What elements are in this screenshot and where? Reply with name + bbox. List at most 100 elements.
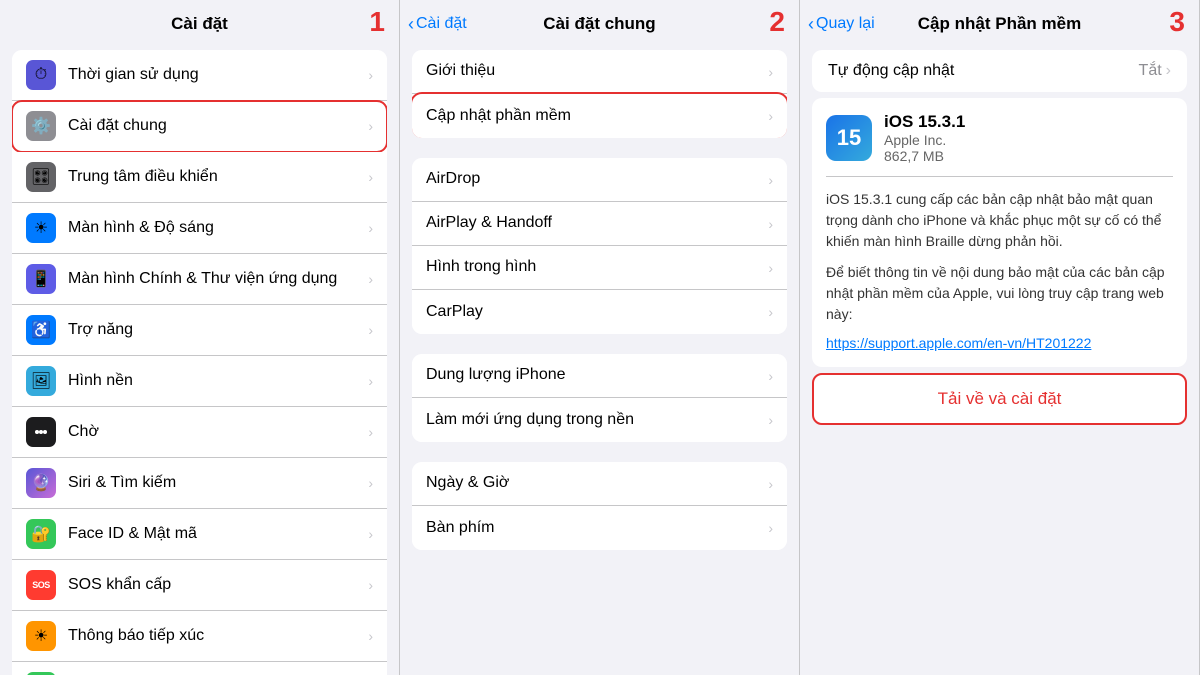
list-item-siri[interactable]: 🔮 Siri & Tìm kiếm › xyxy=(12,458,387,509)
siri-label: Siri & Tìm kiếm xyxy=(68,473,364,494)
list-item-display[interactable]: ☀ Màn hình & Độ sáng › xyxy=(12,203,387,254)
ios-version-name: iOS 15.3.1 xyxy=(884,112,1173,132)
list-item-sos[interactable]: SOS SOS khẩn cấp › xyxy=(12,560,387,611)
accessibility-icon: ♿ xyxy=(26,315,56,345)
airplay-label: AirPlay & Handoff xyxy=(426,213,764,234)
sos-label: SOS khẩn cấp xyxy=(68,575,364,596)
control-center-icon: 🎛 xyxy=(26,162,56,192)
list-item-software-update[interactable]: Cập nhật phần mềm › xyxy=(412,94,787,138)
ios-size: 862,7 MB xyxy=(884,148,1173,164)
list-item-cho[interactable]: Chờ › xyxy=(12,407,387,458)
panel1-scroll: ⏱ Thời gian sử dụng › ⚙️ Cài đặt chung ›… xyxy=(0,44,399,675)
list-item-general[interactable]: ⚙️ Cài đặt chung › xyxy=(12,101,387,152)
chevron-faceid: › xyxy=(368,526,373,542)
screen-time-label: Thời gian sử dụng xyxy=(68,65,364,86)
gap-2 xyxy=(400,340,799,348)
ios-logo: 15 xyxy=(826,115,872,161)
list-item-date-time[interactable]: Ngày & Giờ › xyxy=(412,462,787,506)
chevron-about: › xyxy=(768,64,773,80)
auto-update-label: Tự động cập nhật xyxy=(828,62,954,80)
date-time-label: Ngày & Giờ xyxy=(426,473,764,494)
list-item-airplay[interactable]: AirPlay & Handoff › xyxy=(412,202,787,246)
panel3-header: ‹ Quay lại Cập nhật Phần mềm 3 xyxy=(800,0,1199,44)
list-item-storage[interactable]: Dung lượng iPhone › xyxy=(412,354,787,398)
panel-2: ‹ Cài đặt Cài đặt chung 2 Giới thiệu › C… xyxy=(400,0,800,675)
chevron-keyboard: › xyxy=(768,520,773,536)
chevron-accessibility: › xyxy=(368,322,373,338)
chevron-auto-update: › xyxy=(1166,62,1171,80)
panel3-back[interactable]: ‹ Quay lại xyxy=(808,14,875,35)
chevron-sos: › xyxy=(368,577,373,593)
download-button[interactable]: Tải về và cài đặt xyxy=(814,375,1185,423)
notifications-label: Thông báo tiếp xúc xyxy=(68,626,364,647)
panel3-back-label: Quay lại xyxy=(816,15,875,33)
display-label: Màn hình & Độ sáng xyxy=(68,218,364,239)
panel1-title: Cài đặt xyxy=(171,14,228,34)
panel2-header: ‹ Cài đặt Cài đặt chung 2 xyxy=(400,0,799,44)
chevron-software-update: › xyxy=(768,108,773,124)
carplay-label: CarPlay xyxy=(426,302,764,323)
chevron-siri: › xyxy=(368,475,373,491)
chevron-airplay: › xyxy=(768,216,773,232)
siri-icon: 🔮 xyxy=(26,468,56,498)
list-item-carplay[interactable]: CarPlay › xyxy=(412,290,787,334)
list-item-airdrop[interactable]: AirDrop › xyxy=(412,158,787,202)
chevron-date-time: › xyxy=(768,476,773,492)
chevron-wallpaper: › xyxy=(368,373,373,389)
p2-group2: AirDrop › AirPlay & Handoff › Hình trong… xyxy=(412,158,787,334)
step-badge-3: 3 xyxy=(1169,6,1185,38)
chevron-screen-time: › xyxy=(368,67,373,83)
list-item-background-app[interactable]: Làm mới ứng dụng trong nền › xyxy=(412,398,787,442)
list-item-faceid[interactable]: 🔐 Face ID & Mật mã › xyxy=(12,509,387,560)
keyboard-label: Bàn phím xyxy=(426,518,764,539)
chevron-pip: › xyxy=(768,260,773,276)
chevron-airdrop: › xyxy=(768,172,773,188)
software-update-label: Cập nhật phần mềm xyxy=(426,106,764,127)
panel1-list: ⏱ Thời gian sử dụng › ⚙️ Cài đặt chung ›… xyxy=(12,50,387,675)
chevron-general: › xyxy=(368,118,373,134)
gap-3 xyxy=(400,448,799,456)
homescreen-label: Màn hình Chính & Thư viện ứng dụng xyxy=(68,269,364,290)
list-item-battery[interactable]: 🔋 Pin › xyxy=(12,662,387,675)
chevron-carplay: › xyxy=(768,304,773,320)
sos-icon: SOS xyxy=(26,570,56,600)
list-item-control-center[interactable]: 🎛 Trung tâm điều khiển › xyxy=(12,152,387,203)
pip-label: Hình trong hình xyxy=(426,257,764,278)
list-item-screen-time[interactable]: ⏱ Thời gian sử dụng › xyxy=(12,50,387,101)
panel2-back[interactable]: ‹ Cài đặt xyxy=(408,14,467,35)
general-label: Cài đặt chung xyxy=(68,116,364,137)
ios-description: iOS 15.3.1 cung cấp các bản cập nhật bảo… xyxy=(826,189,1173,252)
list-item-wallpaper[interactable]: 🖼 Hình nền › xyxy=(12,356,387,407)
wallpaper-label: Hình nền xyxy=(68,371,364,392)
chevron-cho: › xyxy=(368,424,373,440)
step-badge-1: 1 xyxy=(369,6,385,38)
panel2-back-label: Cài đặt xyxy=(416,15,467,33)
list-item-about[interactable]: Giới thiệu › xyxy=(412,50,787,94)
homescreen-icon: 📱 xyxy=(26,264,56,294)
list-item-pip[interactable]: Hình trong hình › xyxy=(412,246,787,290)
back-chevron-3: ‹ xyxy=(808,14,814,35)
wallpaper-icon: 🖼 xyxy=(26,366,56,396)
chevron-display: › xyxy=(368,220,373,236)
list-item-accessibility[interactable]: ♿ Trợ năng › xyxy=(12,305,387,356)
airdrop-label: AirDrop xyxy=(426,169,764,190)
panel2-scroll: Giới thiệu › Cập nhật phần mềm › AirDrop… xyxy=(400,44,799,675)
list-item-homescreen[interactable]: 📱 Màn hình Chính & Thư viện ứng dụng › xyxy=(12,254,387,305)
ios-link[interactable]: https://support.apple.com/en-vn/HT201222 xyxy=(826,335,1091,351)
display-icon: ☀ xyxy=(26,213,56,243)
list-item-notifications[interactable]: ☀ Thông báo tiếp xúc › xyxy=(12,611,387,662)
step-badge-2: 2 xyxy=(769,6,785,38)
general-icon: ⚙️ xyxy=(26,111,56,141)
p2-group4: Ngày & Giờ › Bàn phím › xyxy=(412,462,787,550)
faceid-label: Face ID & Mật mã xyxy=(68,524,364,545)
cho-icon xyxy=(26,417,56,447)
ios-logo-text: 15 xyxy=(837,125,861,151)
storage-label: Dung lượng iPhone xyxy=(426,365,764,386)
screen-time-icon: ⏱ xyxy=(26,60,56,90)
auto-update-row[interactable]: Tự động cập nhật Tắt › xyxy=(812,50,1187,92)
ios-version-row: 15 iOS 15.3.1 Apple Inc. 862,7 MB xyxy=(826,112,1173,177)
list-item-keyboard[interactable]: Bàn phím › xyxy=(412,506,787,550)
auto-update-value-text: Tắt xyxy=(1139,62,1162,80)
ios-version-info: iOS 15.3.1 Apple Inc. 862,7 MB xyxy=(884,112,1173,164)
chevron-control: › xyxy=(368,169,373,185)
